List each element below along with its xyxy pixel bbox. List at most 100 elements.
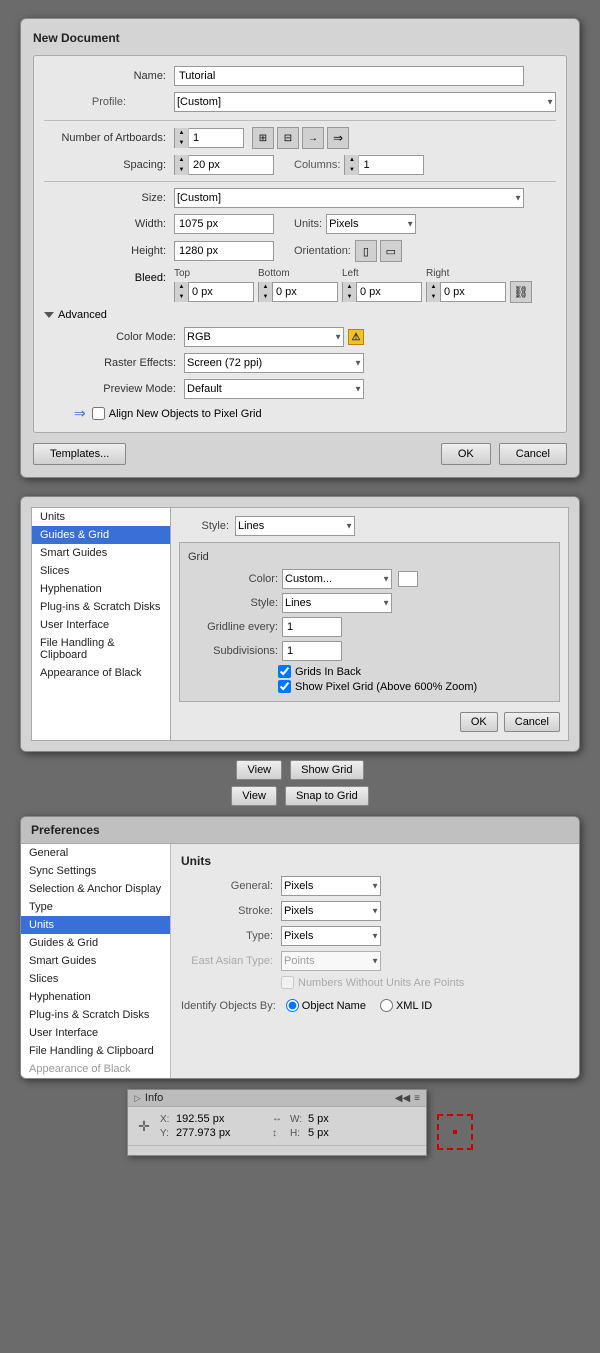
advanced-section: Advanced Color Mode: RGB ▼ ⚠ Raster E [44, 309, 556, 422]
sidebar-item-ui[interactable]: User Interface [32, 616, 170, 634]
new-doc-form: Name: Profile: [Custom] ▼ Number of Artb… [33, 55, 567, 433]
units-type-select[interactable]: Pixels [281, 926, 381, 946]
prefs-item-file[interactable]: File Handling & Clipboard [21, 1042, 170, 1060]
bleed-right-up[interactable]: ▲ [427, 282, 440, 292]
guides-style-select[interactable]: Lines [235, 516, 355, 536]
gridline-input[interactable] [282, 617, 342, 637]
preview-select[interactable]: Default [184, 379, 364, 399]
prefs-ok-btn[interactable]: OK [460, 712, 498, 732]
prefs-item-selection[interactable]: Selection & Anchor Display [21, 880, 170, 898]
spacing-down[interactable]: ▼ [175, 165, 188, 175]
prefs-item-appearance[interactable]: Appearance of Black [21, 1060, 170, 1078]
prefs-item-hyph[interactable]: Hyphenation [21, 988, 170, 1006]
sidebar-item-appearance[interactable]: Appearance of Black [32, 664, 170, 682]
arrange-row-btn[interactable]: ⊟ [277, 127, 299, 149]
sidebar-item-hyph[interactable]: Hyphenation [32, 580, 170, 598]
bleed-bottom-down[interactable]: ▼ [259, 292, 272, 302]
templates-button[interactable]: Templates... [33, 443, 126, 465]
info-menu-btn[interactable]: ≡ [414, 1093, 420, 1104]
object-name-radio-label[interactable]: Object Name [286, 999, 366, 1012]
arrange-grid-btn[interactable]: ⊞ [252, 127, 274, 149]
info-section: ▷ Info ◀◀ ≡ ✛ X: 192.55 px Y: 2 [0, 1089, 600, 1156]
bleed-bottom-field[interactable]: ▲ ▼ 0 px [258, 282, 338, 302]
prefs-item-slices[interactable]: Slices [21, 970, 170, 988]
prefs-item-smart[interactable]: Smart Guides [21, 952, 170, 970]
grid-color-swatch[interactable] [398, 571, 418, 587]
snap-to-grid-button[interactable]: Snap to Grid [285, 786, 369, 806]
units-general-select[interactable]: Pixels [281, 876, 381, 896]
sidebar-item-file[interactable]: File Handling & Clipboard [32, 634, 170, 664]
landscape-btn[interactable]: ▭ [380, 240, 402, 262]
pixel-grid-checkbox[interactable] [92, 407, 105, 420]
columns-up[interactable]: ▲ [345, 155, 358, 165]
size-select[interactable]: [Custom] [174, 188, 524, 208]
bleed-right-down[interactable]: ▼ [427, 292, 440, 302]
info-collapse-btn[interactable]: ◀◀ [395, 1093, 410, 1104]
subdivisions-input[interactable] [282, 641, 342, 661]
bleed-top-field[interactable]: ▲ ▼ 0 px [174, 282, 254, 302]
bleed-bottom-up[interactable]: ▲ [259, 282, 272, 292]
sidebar-item-units[interactable]: Units [32, 508, 170, 526]
prefs-item-general[interactable]: General [21, 844, 170, 862]
portrait-btn[interactable]: ▯ [355, 240, 377, 262]
show-grid-button[interactable]: Show Grid [290, 760, 363, 780]
prefs-item-sync[interactable]: Sync Settings [21, 862, 170, 880]
columns-down[interactable]: ▼ [345, 165, 358, 175]
x-coord-row: X: 192.55 px [160, 1113, 256, 1125]
grid-style-select[interactable]: Lines [282, 593, 392, 613]
profile-select[interactable]: [Custom] [174, 92, 556, 112]
sidebar-item-guides[interactable]: Guides & Grid [32, 526, 170, 544]
info-coords: X: 192.55 px Y: 277.973 px [160, 1113, 256, 1139]
bleed-right-field[interactable]: ▲ ▼ 0 px [426, 282, 506, 302]
name-input[interactable] [174, 66, 524, 86]
width-input[interactable] [174, 214, 274, 234]
prefs-item-plugins[interactable]: Plug-ins & Scratch Disks [21, 1006, 170, 1024]
bleed-left-up[interactable]: ▲ [343, 282, 356, 292]
grid-color-select[interactable]: Custom... [282, 569, 392, 589]
sidebar-item-smart[interactable]: Smart Guides [32, 544, 170, 562]
view-button-2[interactable]: View [231, 786, 277, 806]
ok-button[interactable]: OK [441, 443, 491, 465]
artboards-up[interactable]: ▲ [175, 128, 188, 138]
spacing-up[interactable]: ▲ [175, 155, 188, 165]
prefs-cancel-btn[interactable]: Cancel [504, 712, 560, 732]
units-select[interactable]: Pixels [326, 214, 416, 234]
no-units-checkbox[interactable] [281, 976, 294, 989]
artboards-spinner[interactable]: ▲ ▼ 1 [174, 128, 244, 148]
prefs-item-guides[interactable]: Guides & Grid [21, 934, 170, 952]
units-stroke-select[interactable]: Pixels [281, 901, 381, 921]
color-mode-select[interactable]: RGB [184, 327, 344, 347]
orientation-label: Orientation: [294, 245, 351, 257]
bleed-top-down[interactable]: ▼ [175, 292, 188, 302]
bleed-left-down[interactable]: ▼ [343, 292, 356, 302]
bleed-top-up[interactable]: ▲ [175, 282, 188, 292]
prefs-item-units[interactable]: Units [21, 916, 170, 934]
pixel-grid-label[interactable]: Align New Objects to Pixel Grid [92, 407, 262, 420]
sidebar-item-plugins[interactable]: Plug-ins & Scratch Disks [32, 598, 170, 616]
prefs-item-ui[interactable]: User Interface [21, 1024, 170, 1042]
show-pixel-grid-checkbox[interactable] [278, 680, 291, 693]
artboards-down[interactable]: ▼ [175, 138, 188, 148]
bleed-left-field[interactable]: ▲ ▼ 0 px [342, 282, 422, 302]
raster-select[interactable]: Screen (72 ppi) [184, 353, 364, 373]
no-units-row: Numbers Without Units Are Points [181, 976, 569, 989]
view-button-1[interactable]: View [236, 760, 282, 780]
prefs-item-type[interactable]: Type [21, 898, 170, 916]
xml-id-radio[interactable] [380, 999, 393, 1012]
right-to-left-btn[interactable]: ⇒ [327, 127, 349, 149]
sidebar-item-slices[interactable]: Slices [32, 562, 170, 580]
columns-spinner[interactable]: ▲ ▼ 1 [344, 155, 424, 175]
left-to-right-btn[interactable]: → [302, 127, 324, 149]
advanced-toggle[interactable]: Advanced [44, 309, 556, 321]
grids-in-back-row: Grids In Back [278, 665, 551, 678]
xml-id-radio-label[interactable]: XML ID [380, 999, 432, 1012]
no-units-checkbox-label[interactable]: Numbers Without Units Are Points [281, 976, 464, 989]
object-name-radio[interactable] [286, 999, 299, 1012]
height-input[interactable] [174, 241, 274, 261]
spacing-spinner[interactable]: ▲ ▼ 20 px [174, 155, 274, 175]
view-show-grid-row: View Show Grid [236, 760, 363, 780]
cancel-button[interactable]: Cancel [499, 443, 567, 465]
chain-btn[interactable]: ⛓ [510, 281, 532, 303]
units-east-asian-select[interactable]: Points [281, 951, 381, 971]
grids-in-back-checkbox[interactable] [278, 665, 291, 678]
